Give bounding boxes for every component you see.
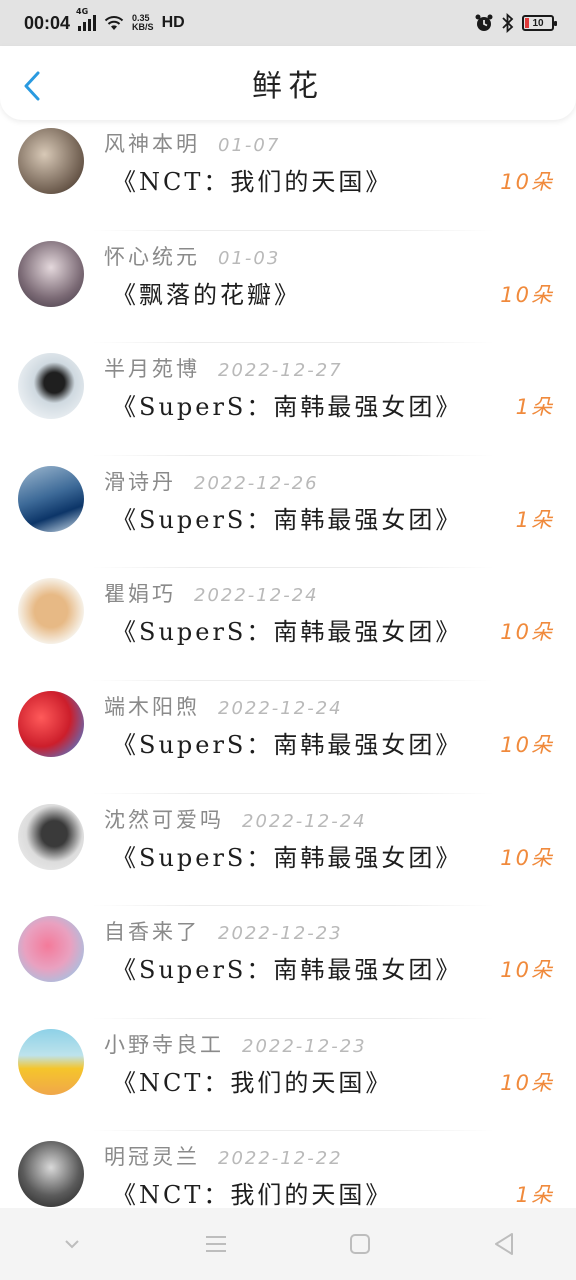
avatar[interactable] <box>18 353 84 420</box>
row-meta: 半月苑博 2022-12-27 <box>104 353 343 383</box>
avatar[interactable] <box>18 803 84 870</box>
back-arrow-icon <box>24 71 40 101</box>
row-meta: 沈然可爱吗 2022-12-24 <box>104 804 367 834</box>
gift-list: 风神本明 01-07 《NCT：我们的天国》 10朵 怀心统元 01-03 《飘… <box>0 118 576 1244</box>
gift-date: 01-03 <box>218 247 281 269</box>
avatar[interactable] <box>18 465 84 532</box>
nav-collapse-button[interactable] <box>42 1219 102 1269</box>
book-title: 《SuperS：南韩最强女团》 <box>112 505 463 534</box>
flower-count: 10朵 <box>500 1070 554 1095</box>
flower-count: 1朵 <box>515 507 554 532</box>
gift-date: 2022-12-24 <box>242 810 367 832</box>
sender-name: 滑诗丹 <box>104 469 176 494</box>
back-triangle-icon <box>495 1233 513 1255</box>
avatar[interactable] <box>18 1028 84 1095</box>
avatar[interactable] <box>18 1141 84 1208</box>
system-nav-bar <box>0 1208 576 1280</box>
gift-date: 2022-12-23 <box>218 923 343 945</box>
book-title: 《SuperS：南韩最强女团》 <box>112 956 463 985</box>
gift-date: 2022-12-22 <box>218 1148 343 1170</box>
gift-date: 2022-12-24 <box>218 697 343 719</box>
alarm-icon <box>475 14 493 31</box>
book-title: 《NCT：我们的天国》 <box>112 1068 393 1097</box>
speed-unit: KB/S <box>132 22 154 32</box>
chevron-down-icon <box>65 1240 79 1249</box>
book-title: 《NCT：我们的天国》 <box>112 168 393 196</box>
list-item[interactable]: 瞿娟巧 2022-12-24 《SuperS：南韩最强女团》 10朵 <box>0 568 576 681</box>
nav-home-button[interactable] <box>330 1219 390 1269</box>
book-title: 《SuperS：南韩最强女团》 <box>112 618 463 647</box>
flower-count: 10朵 <box>500 620 554 645</box>
row-meta: 风神本明 01-07 <box>104 128 280 158</box>
battery-icon: 10 <box>522 15 557 31</box>
gift-date: 2022-12-27 <box>218 360 343 382</box>
sender-name: 半月苑博 <box>104 357 200 382</box>
row-meta: 端木阳煦 2022-12-24 <box>104 691 343 721</box>
battery-level: 10 <box>532 17 544 29</box>
list-item[interactable]: 端木阳煦 2022-12-24 《SuperS：南韩最强女团》 10朵 <box>0 681 576 794</box>
book-title: 《SuperS：南韩最强女团》 <box>112 393 463 422</box>
row-meta: 自香来了 2022-12-23 <box>104 916 343 946</box>
sender-name: 自香来了 <box>104 920 200 945</box>
bluetooth-icon <box>502 13 514 33</box>
book-title: 《NCT：我们的天国》 <box>112 1181 393 1210</box>
sender-name: 小野寺良工 <box>104 1032 224 1057</box>
hd-label: HD <box>161 14 185 31</box>
flower-count: 10朵 <box>500 732 554 757</box>
avatar[interactable] <box>18 128 84 194</box>
gift-date: 2022-12-26 <box>194 472 319 494</box>
book-title: 《SuperS：南韩最强女团》 <box>112 730 463 759</box>
flower-count: 1朵 <box>515 395 554 420</box>
row-meta: 怀心统元 01-03 <box>104 241 280 271</box>
list-item[interactable]: 风神本明 01-07 《NCT：我们的天国》 10朵 <box>0 118 576 231</box>
network-type: 4G <box>76 7 89 16</box>
gift-date: 01-07 <box>218 135 281 156</box>
row-meta: 瞿娟巧 2022-12-24 <box>104 578 319 608</box>
list-item[interactable]: 小野寺良工 2022-12-23 《NCT：我们的天国》 10朵 <box>0 1019 576 1132</box>
sender-name: 沈然可爱吗 <box>104 807 224 832</box>
sender-name: 明冠灵兰 <box>104 1145 200 1170</box>
sender-name: 风神本明 <box>104 132 200 156</box>
nav-menu-button[interactable] <box>186 1219 246 1269</box>
gift-date: 2022-12-24 <box>194 585 319 607</box>
cell-signal-icon: 4G <box>76 7 97 31</box>
avatar[interactable] <box>18 578 84 645</box>
menu-icon <box>206 1236 226 1252</box>
avatar[interactable] <box>18 240 84 307</box>
wifi-icon <box>104 16 124 30</box>
flower-count: 10朵 <box>500 170 554 194</box>
list-item[interactable]: 半月苑博 2022-12-27 《SuperS：南韩最强女团》 1朵 <box>0 343 576 456</box>
nav-back-button[interactable] <box>474 1219 534 1269</box>
status-bar: 00:04 4G 0.35 KB/S HD 10 <box>0 0 576 46</box>
page-title: 鲜花 <box>252 69 324 104</box>
flower-count: 10朵 <box>500 282 554 307</box>
avatar[interactable] <box>18 690 84 757</box>
gift-date: 2022-12-23 <box>242 1035 367 1057</box>
sender-name: 端木阳煦 <box>104 694 200 719</box>
list-item[interactable]: 自香来了 2022-12-23 《SuperS：南韩最强女团》 10朵 <box>0 906 576 1019</box>
row-meta: 明冠灵兰 2022-12-22 <box>104 1141 343 1171</box>
flower-count: 10朵 <box>500 845 554 870</box>
flower-count: 10朵 <box>500 958 554 983</box>
avatar[interactable] <box>18 916 84 983</box>
sender-name: 怀心统元 <box>104 244 200 269</box>
back-button[interactable] <box>18 70 46 102</box>
sender-name: 瞿娟巧 <box>104 582 176 607</box>
book-title: 《SuperS：南韩最强女团》 <box>112 843 463 872</box>
list-item[interactable]: 沈然可爱吗 2022-12-24 《SuperS：南韩最强女团》 10朵 <box>0 794 576 907</box>
book-title: 《飘落的花瓣》 <box>112 280 301 309</box>
status-time: 00:04 <box>24 12 71 33</box>
list-item[interactable]: 怀心统元 01-03 《飘落的花瓣》 10朵 <box>0 231 576 344</box>
row-meta: 小野寺良工 2022-12-23 <box>104 1029 367 1059</box>
app-header: 鲜花 <box>0 46 576 120</box>
network-speed: 0.35 KB/S <box>132 14 154 32</box>
row-meta: 滑诗丹 2022-12-26 <box>104 466 319 496</box>
flower-count: 1朵 <box>515 1183 554 1208</box>
list-item[interactable]: 滑诗丹 2022-12-26 《SuperS：南韩最强女团》 1朵 <box>0 456 576 569</box>
home-square-icon <box>350 1234 370 1254</box>
